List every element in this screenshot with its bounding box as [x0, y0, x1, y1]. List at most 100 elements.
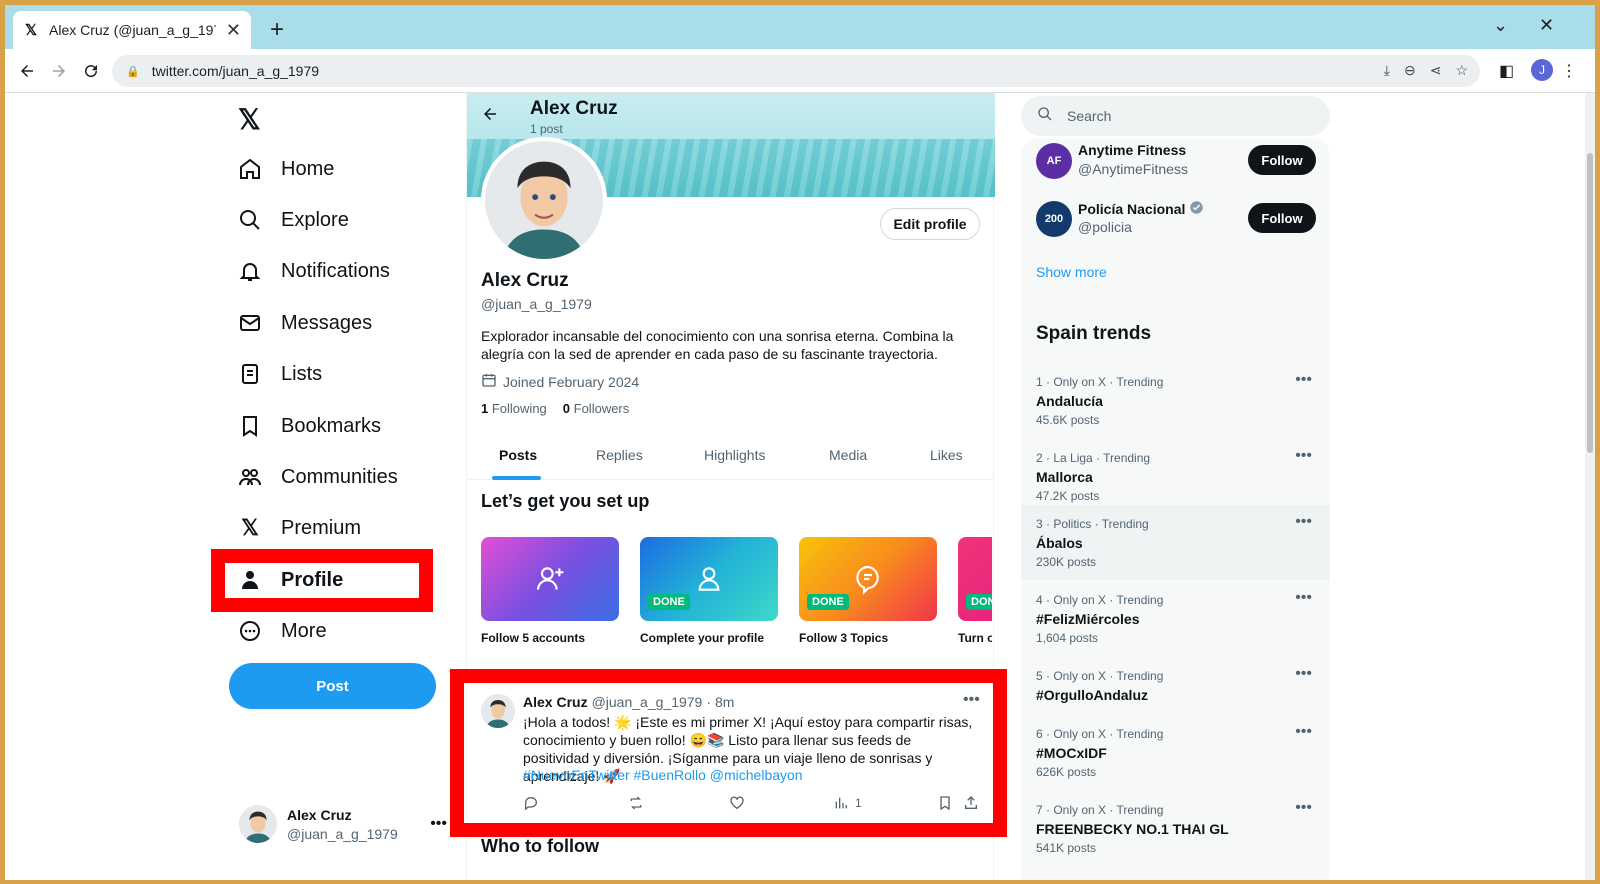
- trend-item[interactable]: 6 · Only on X · Trending #MOCxIDF 626K p…: [1021, 715, 1330, 790]
- trend-meta: 6 · Only on X · Trending: [1036, 727, 1164, 741]
- profile-avatar[interactable]: [481, 137, 607, 263]
- browser-tab[interactable]: 𝕏 Alex Cruz (@juan_a_g_1979 ✕: [13, 11, 251, 49]
- suggestion-name: Anytime Fitness: [1078, 142, 1187, 158]
- suggestion-name: Policía Nacional: [1078, 201, 1186, 217]
- search-placeholder: Search: [1067, 108, 1112, 124]
- sidebar-item-home[interactable]: Home: [237, 149, 334, 189]
- more-dots-icon[interactable]: •••: [430, 815, 447, 833]
- trend-item[interactable]: 5 · Only on X · Trending #OrgulloAndaluz…: [1021, 657, 1330, 715]
- search-icon: [1037, 106, 1053, 127]
- scrollbar-thumb[interactable]: [1587, 153, 1593, 453]
- search-icon: [237, 207, 263, 233]
- back-arrow-icon[interactable]: [481, 105, 499, 129]
- x-logo-icon[interactable]: 𝕏: [238, 103, 261, 136]
- tab-likes[interactable]: Likes: [930, 447, 963, 463]
- communities-icon: [237, 464, 263, 490]
- sidebar-item-premium[interactable]: 𝕏 Premium: [237, 508, 361, 548]
- reload-icon[interactable]: [79, 59, 103, 83]
- trend-meta: 7 · Only on X · Trending: [1036, 803, 1164, 817]
- trend-item[interactable]: 2 · La Liga · Trending Mallorca 47.2K po…: [1021, 439, 1330, 514]
- more-dots-icon[interactable]: •••: [1295, 371, 1312, 389]
- followers-count: 0: [562, 401, 571, 416]
- twitter-page: 𝕏 Home Explore Notifications Messages Li…: [5, 93, 1585, 880]
- account-handle: @juan_a_g_1979: [287, 825, 398, 842]
- star-icon[interactable]: ☆: [1455, 62, 1468, 79]
- follow-button[interactable]: Follow: [1248, 203, 1316, 233]
- setup-card-complete-profile[interactable]: DONE: [640, 537, 778, 621]
- profile-name: Alex Cruz: [481, 270, 569, 291]
- trend-item[interactable]: 7 · Only on X · Trending FREENBECKY NO.1…: [1021, 791, 1330, 866]
- tab-highlights[interactable]: Highlights: [704, 447, 765, 463]
- url-text: twitter.com/juan_a_g_1979: [151, 63, 320, 79]
- sidebar-item-label: Bookmarks: [281, 414, 382, 437]
- more-dots-icon[interactable]: •••: [1295, 665, 1312, 683]
- sidebar-item-messages[interactable]: Messages: [237, 303, 372, 343]
- profile-header-bar: Alex Cruz 1 post: [467, 93, 995, 139]
- sidebar-item-label: More: [281, 619, 327, 642]
- sidebar-item-more[interactable]: More: [237, 611, 327, 651]
- sidebar-item-notifications[interactable]: Notifications: [237, 251, 390, 291]
- tab-search-icon[interactable]: ⌄: [1493, 15, 1508, 36]
- profile-bio: Explorador incansable del conocimiento c…: [481, 328, 954, 362]
- new-tab-icon[interactable]: +: [263, 16, 291, 44]
- search-box[interactable]: Search: [1021, 96, 1330, 136]
- tab-title: Alex Cruz (@juan_a_g_1979: [49, 22, 216, 38]
- done-badge: DONE: [648, 594, 690, 610]
- followers-link[interactable]: 0 Followers: [563, 401, 629, 416]
- more-dots-icon[interactable]: •••: [1295, 589, 1312, 607]
- header-name: Alex Cruz: [530, 98, 618, 119]
- trends-panel: Spain trends 1 · Only on X · Trending An…: [1021, 311, 1330, 880]
- policia-avatar: 200: [1036, 201, 1072, 237]
- trend-count: 626K posts: [1036, 765, 1097, 779]
- zoom-icon[interactable]: ⊖: [1404, 62, 1416, 79]
- who-to-follow-title: Who to follow: [481, 836, 599, 856]
- tab-media[interactable]: Media: [829, 447, 867, 463]
- tab-replies[interactable]: Replies: [596, 447, 643, 463]
- sidebar-item-profile[interactable]: Profile: [237, 560, 343, 600]
- browser-menu-icon[interactable]: ⋮: [1561, 61, 1577, 81]
- trend-name: Ábalos: [1036, 535, 1083, 551]
- install-icon[interactable]: ⤓: [1384, 62, 1390, 79]
- x-icon: 𝕏: [241, 515, 259, 540]
- sidebar-item-label: Messages: [281, 311, 373, 334]
- window-close-icon[interactable]: ✕: [1539, 15, 1554, 36]
- more-dots-icon[interactable]: •••: [1295, 723, 1312, 741]
- setup-card-label: Turn o: [958, 631, 992, 645]
- sidebar-item-bookmarks[interactable]: Bookmarks: [237, 406, 381, 446]
- setup-card-turn-on[interactable]: DON: [958, 537, 992, 621]
- trend-count: 541K posts: [1036, 841, 1097, 855]
- following-link[interactable]: 1 Following: [481, 401, 547, 416]
- share-icon[interactable]: ⋖: [1430, 62, 1442, 79]
- post-button[interactable]: Post: [229, 663, 436, 709]
- sidebar-item-label: Explore: [281, 208, 349, 231]
- suggestion-row[interactable]: AF Anytime Fitness @AnytimeFitness Follo…: [1036, 141, 1316, 181]
- trend-item[interactable]: 3 · Politics · Trending Ábalos 230K post…: [1021, 505, 1330, 580]
- back-icon[interactable]: [15, 59, 39, 83]
- more-dots-icon[interactable]: •••: [1295, 799, 1312, 817]
- more-circle-icon: [237, 618, 263, 644]
- setup-card-follow-accounts[interactable]: [481, 537, 619, 621]
- forward-icon[interactable]: [47, 59, 71, 83]
- account-switcher[interactable]: Alex Cruz @juan_a_g_1979 •••: [239, 805, 449, 843]
- side-panel-icon[interactable]: ◧: [1499, 61, 1514, 81]
- setup-card-follow-topics[interactable]: DONE: [799, 537, 937, 621]
- follow-button[interactable]: Follow: [1248, 145, 1316, 175]
- more-dots-icon[interactable]: •••: [1295, 513, 1312, 531]
- joined-date: Joined February 2024: [481, 372, 639, 391]
- page-scrollbar[interactable]: [1585, 93, 1595, 880]
- trend-item[interactable]: 1 · Only on X · Trending Andalucía 45.6K…: [1021, 363, 1330, 438]
- sidebar-item-lists[interactable]: Lists: [237, 354, 322, 394]
- suggestion-row[interactable]: 200 Policía Nacional @policia Follow: [1036, 199, 1316, 239]
- address-bar[interactable]: 🔒 twitter.com/juan_a_g_1979 ⤓ ⊖ ⋖ ☆: [112, 55, 1480, 87]
- more-dots-icon[interactable]: •••: [1295, 447, 1312, 465]
- browser-profile-avatar[interactable]: J: [1531, 59, 1553, 81]
- sidebar-item-explore[interactable]: Explore: [237, 200, 349, 240]
- sidebar-item-communities[interactable]: Communities: [237, 457, 398, 497]
- trend-item[interactable]: 4 · Only on X · Trending #FelizMiércoles…: [1021, 581, 1330, 656]
- show-more-link[interactable]: Show more: [1036, 264, 1107, 280]
- close-tab-icon[interactable]: ✕: [226, 20, 241, 41]
- edit-profile-button[interactable]: Edit profile: [880, 208, 980, 240]
- lock-icon: 🔒: [126, 65, 140, 78]
- sidebar-item-label: Home: [281, 157, 335, 180]
- tab-posts[interactable]: Posts: [499, 447, 537, 463]
